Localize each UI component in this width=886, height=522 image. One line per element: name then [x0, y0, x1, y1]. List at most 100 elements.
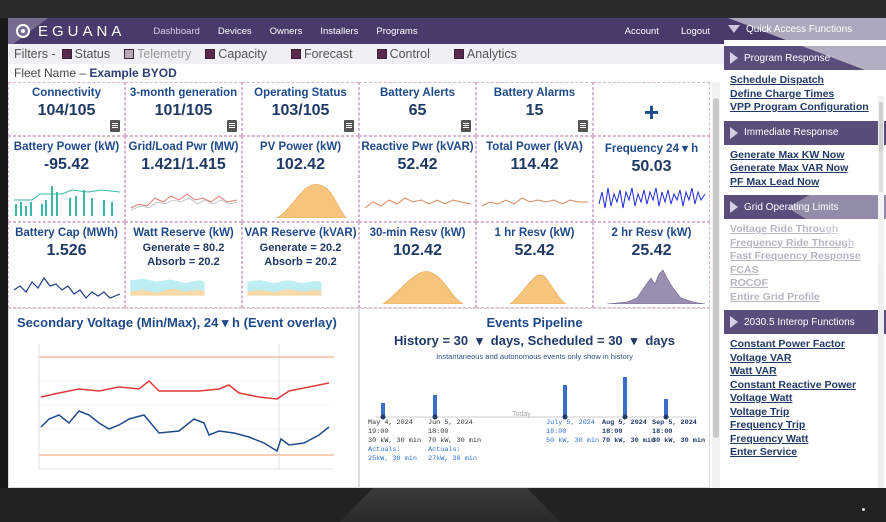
link-constant-reactive-power[interactable]: Constant Reactive Power [724, 379, 886, 393]
tile-battery-capacity[interactable]: Battery Cap (MWh) 1.526 [8, 222, 125, 308]
checkbox-control[interactable] [376, 49, 387, 59]
nav-installers[interactable]: Installers [320, 26, 358, 37]
tile-title: 30-min Resv (kW) [369, 227, 466, 239]
tile-title: 2 hr Resv (kW) [611, 227, 692, 239]
checkbox-capacity[interactable] [205, 49, 216, 59]
fleet-value[interactable]: Example BYOD [89, 66, 176, 80]
power-indicator [862, 508, 865, 511]
link-vpp-program-configuration[interactable]: VPP Program Configuration [724, 101, 886, 115]
side-scrollbar-thumb[interactable] [879, 102, 883, 192]
section-grid-operating-limits[interactable]: Grid Operating Limits [724, 195, 886, 219]
tile-generation[interactable]: 3-month generation 101/105 [125, 82, 242, 136]
link-voltage-ride-through[interactable]: Voltage Ride Through [724, 223, 886, 237]
tile-1hr-reserve[interactable]: 1 hr Resv (kW) 52.42 [476, 222, 593, 308]
side-scrollbar[interactable] [878, 96, 884, 488]
logo[interactable]: EGUANA [16, 23, 125, 40]
tile-battery-alerts[interactable]: Battery Alerts 65 [359, 82, 476, 136]
history-value[interactable]: History = 30 [394, 333, 468, 348]
tile-grid-load-power[interactable]: Grid/Load Pwr (MW) 1.421/1.415 [125, 136, 242, 222]
tile-2hr-reserve[interactable]: 2 hr Resv (kW) 25.42 [593, 222, 710, 308]
tile-operating-status[interactable]: Operating Status 103/105 [242, 82, 359, 136]
section-program-response[interactable]: Program Response [724, 46, 886, 70]
tile-watt-reserve[interactable]: Watt Reserve (kW) Generate = 80.2 Absorb… [125, 222, 242, 308]
nav-devices[interactable]: Devices [218, 26, 252, 37]
link-frequency-ride-through[interactable]: Frequency Ride Through [724, 237, 886, 251]
tile-frequency[interactable]: Frequency 24 ▾ h 50.03 [593, 136, 710, 222]
secondary-voltage-title[interactable]: Secondary Voltage (Min/Max), 24 ▾ h (Eve… [17, 315, 358, 331]
nav-owners[interactable]: Owners [270, 26, 303, 37]
link-frequency-trip[interactable]: Frequency Trip [724, 419, 886, 433]
link-pf-max-lead[interactable]: PF Max Lead Now [724, 176, 886, 190]
today-marker: Today [512, 411, 531, 418]
link-entire-grid-profile[interactable]: Entire Grid Profile [724, 291, 886, 305]
link-generate-max-var[interactable]: Generate Max VAR Now [724, 162, 886, 176]
link-enter-service[interactable]: Enter Service [724, 446, 886, 460]
report-icon[interactable] [578, 120, 588, 132]
tile-title[interactable]: Frequency 24 ▾ h [594, 141, 709, 155]
link-watt-var[interactable]: Watt VAR [724, 365, 886, 379]
report-icon[interactable] [461, 120, 471, 132]
event-item[interactable]: July 5, 2024 18:00 50 kW, 30 min [546, 419, 599, 446]
tile-var-reserve[interactable]: VAR Reserve (kVAR) Generate = 20.2 Absor… [242, 222, 359, 308]
link-voltage-var[interactable]: Voltage VAR [724, 352, 886, 366]
filter-status[interactable]: Status [61, 47, 110, 61]
main-scrollbar[interactable] [712, 82, 720, 488]
event-actuals: 27kW, 30 min [428, 455, 477, 463]
add-icon[interactable]: + [594, 97, 709, 128]
report-icon[interactable] [344, 120, 354, 132]
events-range-controls: History = 30 ▾ days, Scheduled = 30 ▾ da… [360, 332, 709, 350]
tile-pv-power[interactable]: PV Power (kW) 102.42 [242, 136, 359, 222]
link-voltage-watt[interactable]: Voltage Watt [724, 392, 886, 406]
history-dropdown-icon[interactable]: ▾ [473, 333, 487, 348]
tile-add[interactable]: + [593, 82, 710, 136]
section-immediate-response[interactable]: Immediate Response [724, 120, 886, 145]
tile-battery-power[interactable]: Battery Power (kW) -95.42 [8, 136, 125, 222]
battery-capacity-sparkline [13, 276, 121, 299]
link-voltage-trip[interactable]: Voltage Trip [724, 406, 886, 420]
tile-total-power[interactable]: Total Power (kVA) 114.42 [476, 136, 593, 222]
checkbox-forecast[interactable] [290, 49, 301, 59]
nav-programs[interactable]: Programs [376, 26, 417, 37]
tile-30min-reserve[interactable]: 30-min Resv (kW) 102.42 [359, 222, 476, 308]
expand-arrow-icon [730, 316, 738, 328]
tile-title: Operating Status [254, 87, 347, 99]
link-schedule-dispatch[interactable]: Schedule Dispatch [724, 74, 886, 88]
section-interop-functions[interactable]: 2030.5 Interop Functions [724, 310, 886, 334]
checkbox-status[interactable] [61, 49, 72, 59]
filter-capacity[interactable]: Capacity [205, 47, 267, 61]
checkbox-analytics[interactable] [453, 49, 464, 59]
nav-dashboard[interactable]: Dashboard [153, 26, 199, 37]
filter-telemetry[interactable]: Telemetry [124, 47, 191, 61]
event-item[interactable]: May 4, 2024 19:00 30 kW, 30 min Actuals:… [368, 419, 421, 464]
nav-account[interactable]: Account [625, 26, 659, 37]
checkbox-telemetry[interactable] [124, 49, 135, 59]
link-fast-frequency-response[interactable]: Fast Frequency Response [724, 250, 886, 264]
filter-control[interactable]: Control [376, 47, 430, 61]
event-item[interactable]: Jun 5, 2024 18:00 70 kW, 30 min Actuals:… [428, 419, 481, 464]
tile-value: 114.42 [510, 156, 559, 173]
link-define-charge-times[interactable]: Define Charge Times [724, 88, 886, 102]
quick-access-title: Quick Access Functions [746, 23, 853, 35]
filter-analytics[interactable]: Analytics [453, 47, 517, 61]
link-fcas[interactable]: FCAS [724, 264, 886, 278]
nav-logout[interactable]: Logout [681, 26, 710, 37]
link-constant-power-factor[interactable]: Constant Power Factor [724, 338, 886, 352]
scheduled-value[interactable]: days, Scheduled = 30 [491, 333, 623, 348]
link-generate-max-kw[interactable]: Generate Max KW Now [724, 149, 886, 163]
filter-label: Capacity [218, 47, 267, 61]
filter-forecast[interactable]: Forecast [290, 47, 353, 61]
event-date: Aug 5, 2024 [602, 419, 647, 427]
event-item[interactable]: Sep 5, 2024 18:00 30 kW, 30 min [652, 419, 705, 446]
scheduled-dropdown-icon[interactable]: ▾ [627, 333, 641, 348]
link-rocof[interactable]: ROCOF [724, 277, 886, 291]
main-scrollbar-thumb[interactable] [713, 98, 719, 438]
link-frequency-watt[interactable]: Frequency Watt [724, 433, 886, 447]
tile-reactive-power[interactable]: Reactive Pwr (kVAR) 52.42 [359, 136, 476, 222]
tile-connectivity[interactable]: Connectivity 104/105 [8, 82, 125, 136]
tile-battery-alarms[interactable]: Battery Alarms 15 [476, 82, 593, 136]
generate-value: Generate = 20.2 [259, 242, 342, 254]
quick-access-header[interactable]: Quick Access Functions [724, 18, 886, 40]
event-item[interactable]: Aug 5, 2024 18:00 70 kW, 30 min [602, 419, 655, 446]
report-icon[interactable] [227, 120, 237, 132]
report-icon[interactable] [110, 120, 120, 132]
